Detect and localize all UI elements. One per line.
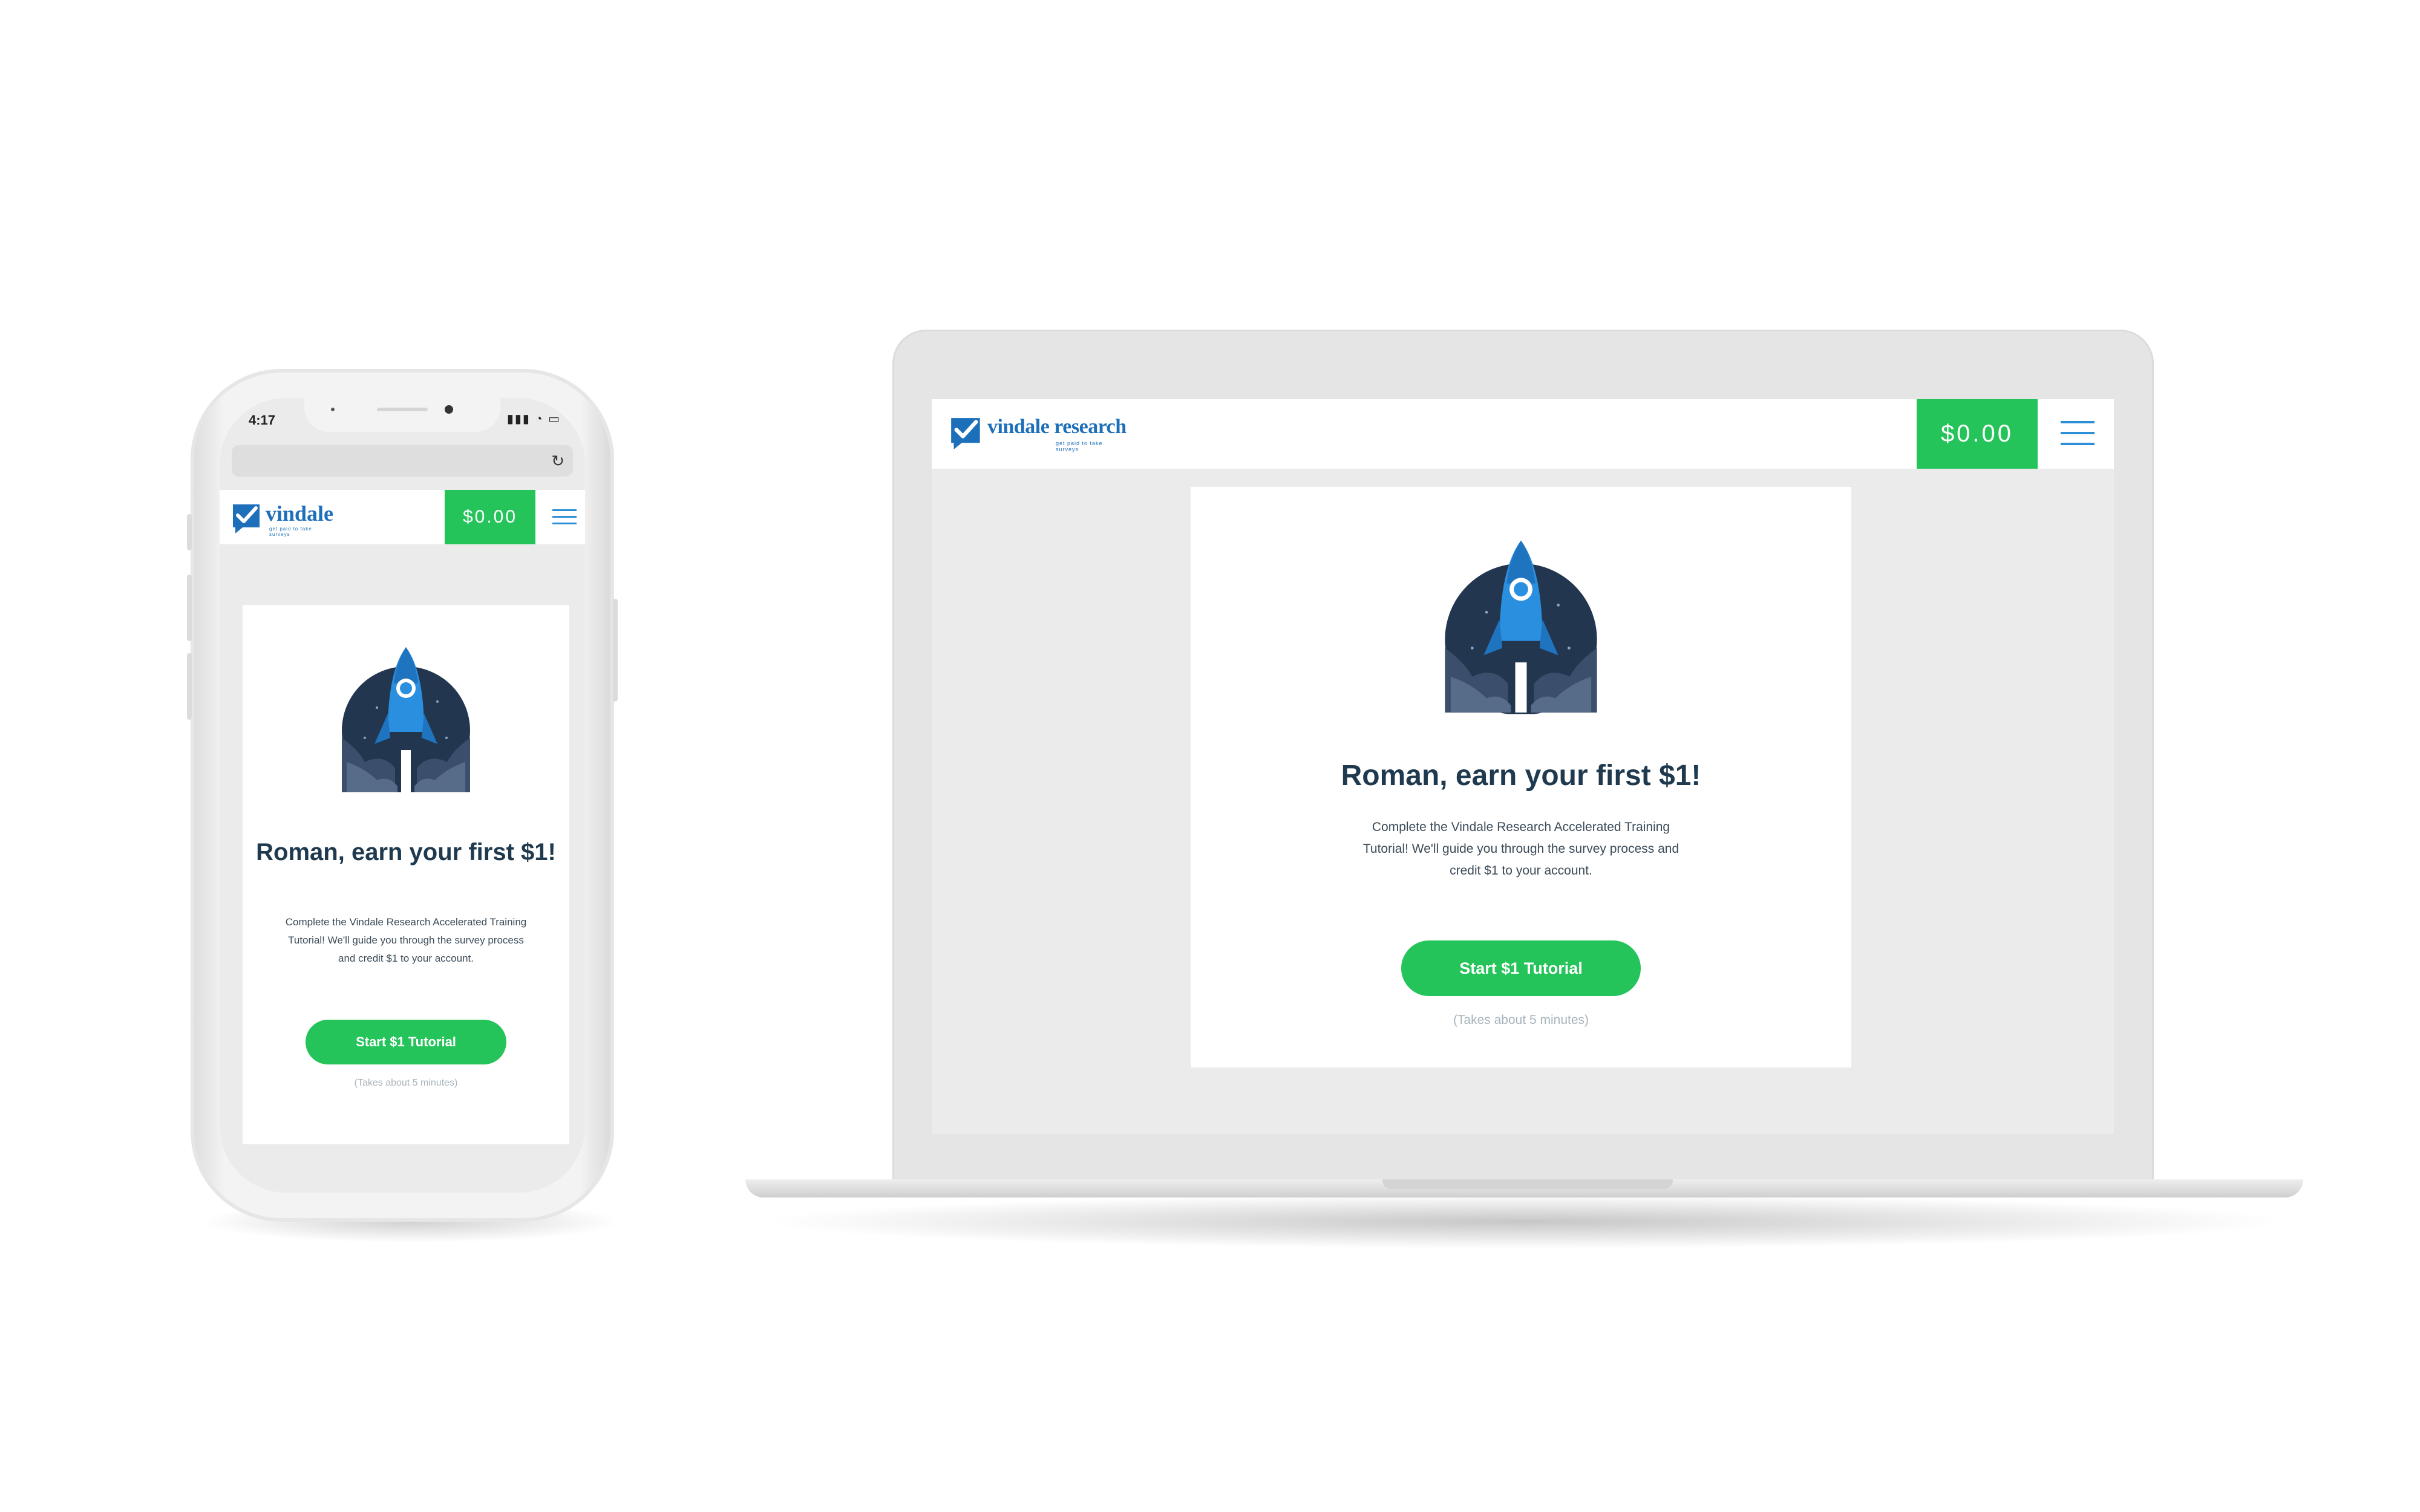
desktop-tutorial-card: Roman, earn your first $1! Complete the … [1191,487,1851,1067]
status-icons: ▮▮▮ ◔ ▭ [506,412,561,426]
desktop-balance-button[interactable]: $0.00 [1917,399,2038,469]
notch-camera [445,405,453,414]
mobile-start-tutorial-button[interactable]: Start $1 Tutorial [306,1020,506,1064]
browser-url-bar[interactable]: ↻ [232,445,573,477]
desktop-card-description: Complete the Vindale Research Accelerate… [1362,820,1679,878]
mobile-tutorial-card: Roman, earn your first $1! Complete the … [243,605,569,1144]
mobile-duration-note: (Takes about 5 minutes) [354,1078,458,1088]
laptop-opening-notch [1382,1179,1673,1189]
checkmark-logo-icon [233,504,260,533]
phone-volume-up [187,575,192,641]
desktop-duration-note: (Takes about 5 minutes) [1453,1013,1589,1027]
rocket-icon [342,647,470,792]
desktop-site-header: vindale research get paid to take survey… [932,399,2114,469]
mobile-card-title: Roman, earn your first $1! [256,839,556,865]
phone-screen: 4:17 ▮▮▮ ◔ ▭ ↻ vindale get paid to take … [220,398,585,1193]
notch-sensor [331,408,335,411]
mobile-site-header: vindale get paid to take surveys $0.00 [220,490,585,544]
phone-power-button [613,599,618,702]
mobile-card-description: Complete the Vindale Research Accelerate… [285,916,527,964]
desktop-logo-text: vindale research [987,415,1127,438]
notch-speaker [377,408,428,411]
laptop-shadow [756,1194,2293,1249]
mobile-logo-text: vindale [266,501,334,526]
reload-icon[interactable]: ↻ [551,451,564,471]
phone-notch [304,398,500,432]
desktop-logo-tagline: get paid to take surveys [1056,440,1103,452]
desktop-card-title: Roman, earn your first $1! [1341,760,1701,792]
mobile-logo-tagline: get paid to take surveys [269,526,312,537]
checkmark-logo-icon [951,418,980,449]
phone-device: 4:17 ▮▮▮ ◔ ▭ ↻ vindale get paid to take … [187,369,618,1222]
desktop-logo[interactable]: vindale research get paid to take survey… [950,415,1127,452]
laptop-device: vindale research get paid to take survey… [892,330,2154,1182]
phone-volume-down [187,653,192,720]
mobile-logo[interactable]: vindale get paid to take surveys [232,501,334,537]
hamburger-menu-icon[interactable] [552,509,577,529]
rocket-icon [1445,540,1597,714]
desktop-start-tutorial-button[interactable]: Start $1 Tutorial [1401,940,1641,996]
hamburger-menu-icon[interactable] [2061,421,2095,454]
phone-mute-switch [187,514,192,550]
status-time: 4:17 [249,412,276,428]
laptop-screen: vindale research get paid to take survey… [932,399,2114,1134]
mobile-balance-button[interactable]: $0.00 [445,490,535,544]
